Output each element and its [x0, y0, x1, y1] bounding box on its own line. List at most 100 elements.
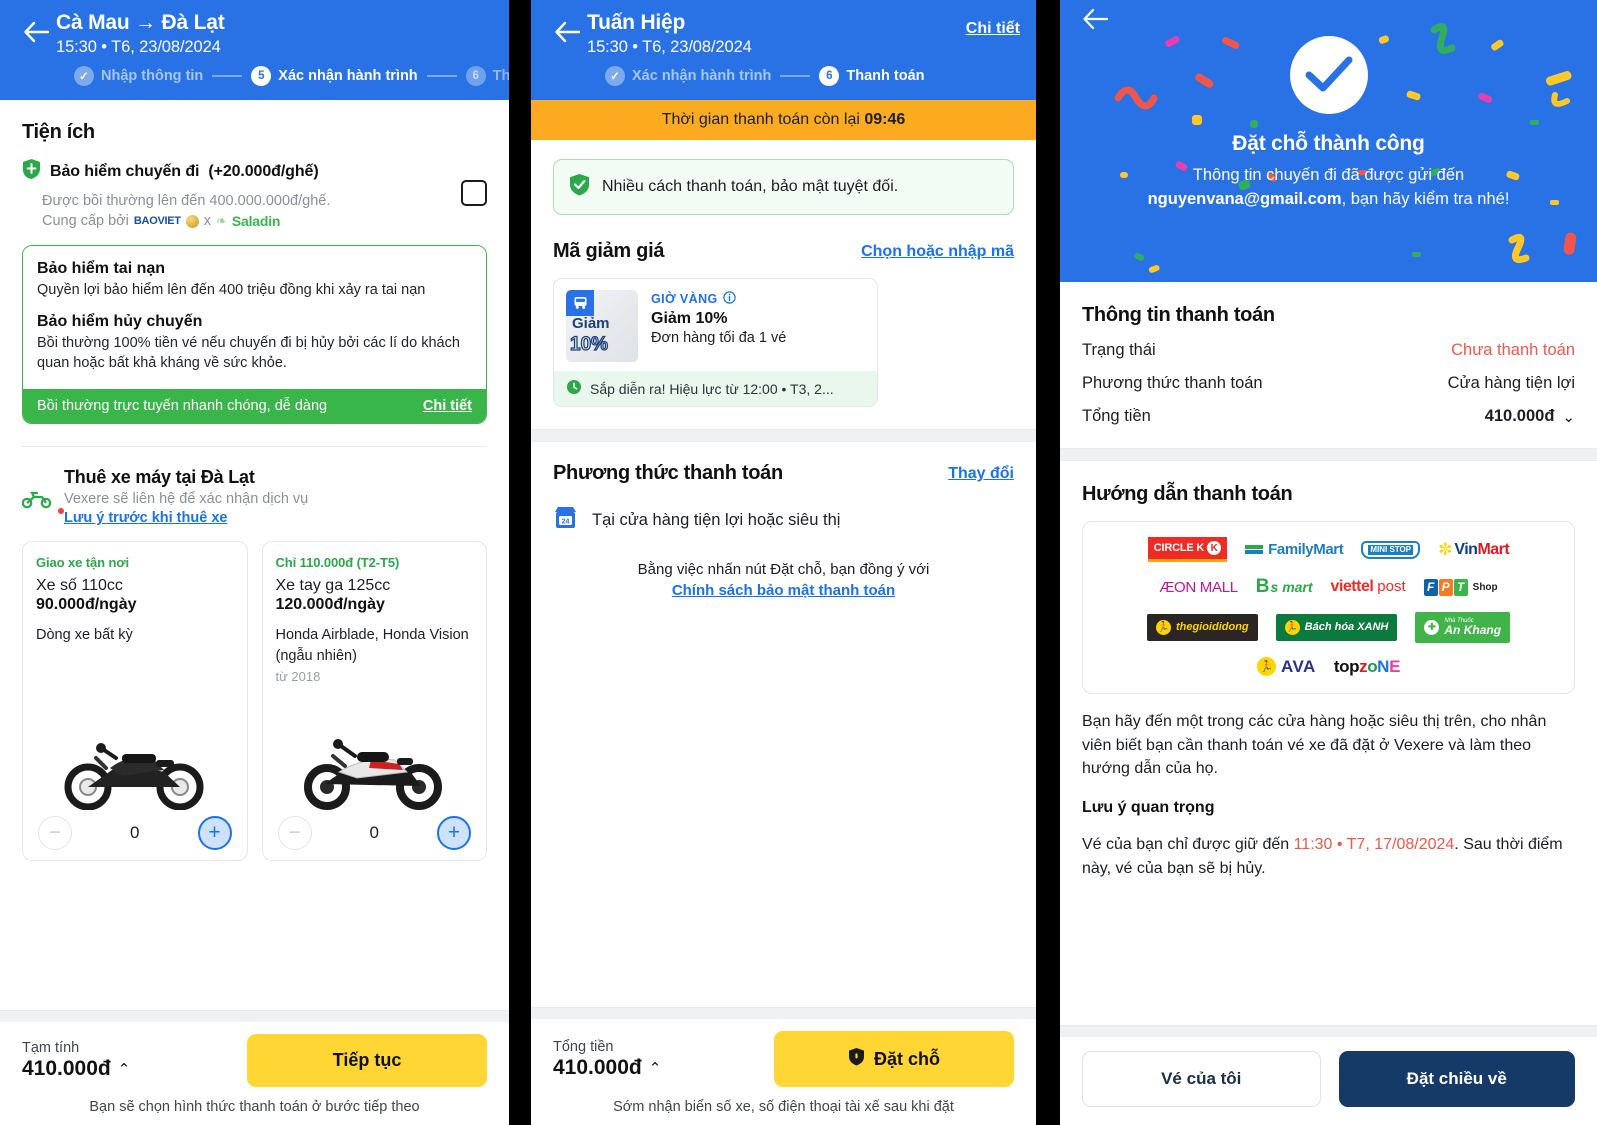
voucher-status-text: Sắp diễn ra! Hiệu lực từ 12:00 • T3, 2..… [590, 380, 834, 397]
bike-card-price: 90.000đ/ngày [36, 596, 137, 613]
panel1-footer: Tạm tính 410.000đ ⌃ Tiếp tục Bạn sẽ chọn… [0, 1022, 509, 1125]
minus-icon[interactable]: − [38, 816, 72, 850]
bike-rental-note-link[interactable]: Lưu ý trước khi thuê xe [58, 508, 227, 526]
bike-rental-header: Thuê xe máy tại Đà Lạt Vexere sẽ liên hệ… [0, 447, 509, 527]
step-xac-nhan-hanh-trinh[interactable]: 5 Xác nhận hành trình [251, 66, 418, 87]
runner-icon: 🏃 [1284, 619, 1300, 635]
info-icon[interactable] [722, 291, 736, 307]
benefit-1-body: Quyền lợi bảo hiểm lên đến 400 triệu đồn… [37, 282, 426, 299]
trip-detail-link[interactable]: Chi tiết [966, 20, 1020, 38]
step-xac-nhan-hanh-trinh[interactable]: ✓ Xác nhận hành trình [605, 66, 772, 87]
panel-booking-success: Đặt chỗ thành công Thông tin chuyến đi đ… [1060, 0, 1597, 1125]
book-return-trip-button[interactable]: Đặt chiều về [1338, 1051, 1575, 1107]
step-label: Nhập thông tin [101, 68, 204, 85]
voucher-thumbnail: Giảm 10% [566, 290, 638, 363]
book-seat-label: Đặt chỗ [873, 1048, 940, 1069]
step-number-badge: 5 [251, 66, 272, 87]
runner-icon: 🏃 [1155, 619, 1171, 635]
viettelpost-logo: viettel post [1330, 578, 1406, 595]
privacy-policy-link[interactable]: Chính sách bảo mật thanh toán [672, 582, 895, 599]
store-logo-grid: CIRCLE KK FamilyMart MINI STOP ✼ VinMart [1082, 521, 1575, 694]
bike-card-name: Xe số 110cc [36, 577, 123, 594]
success-sub-line2: , bạn hãy kiểm tra nhé! [1341, 189, 1510, 208]
voucher-title: Giảm 10% [651, 310, 728, 328]
store-24-icon: 24 [553, 505, 578, 535]
chevron-up-icon: ⌃ [648, 1059, 662, 1077]
total-amount[interactable]: 410.000đ ⌃ [553, 1056, 661, 1080]
info-row-total[interactable]: Tổng tiền 410.000đ ⌄ [1082, 407, 1575, 426]
guide-title: Hướng dẫn thanh toán [1082, 483, 1293, 505]
progress-steps: ✓ Nhập thông tin 5 Xác nhận hành trình 6… [16, 66, 509, 87]
my-tickets-button[interactable]: Vé của tôi [1082, 1051, 1321, 1107]
step-thanh-toan[interactable]: 6 Thanh toán [819, 66, 925, 87]
bike-card[interactable]: Giao xe tận nơi Xe số 110cc 90.000đ/ngày… [22, 541, 248, 861]
chevron-down-icon: ⌄ [1562, 408, 1575, 426]
ministop-logo: MINI STOP [1361, 540, 1421, 559]
insurance-checkbox[interactable] [461, 180, 487, 207]
payment-info-title: Thông tin thanh toán [1082, 304, 1275, 326]
choose-voucher-link[interactable]: Chọn hoặc nhập mã [861, 243, 1014, 261]
plus-icon[interactable]: + [197, 816, 232, 850]
payment-method-row[interactable]: 24 Tại cửa hàng tiện lợi hoặc siêu thị [553, 505, 1014, 535]
voucher-card[interactable]: Giảm 10% GIỜ VÀNG Giảm 10% Đơn hàng tối … [553, 278, 878, 408]
benefit-2-title: Bảo hiểm hủy chuyến [37, 312, 203, 330]
minus-icon[interactable]: − [277, 816, 312, 850]
section-title-tien-ich: Tiện ích [22, 121, 95, 144]
ankhang-text: Nhà Thuốc An Khang [1444, 618, 1502, 638]
security-notice: Nhiều cách thanh toán, bảo mật tuyệt đối… [553, 159, 1014, 216]
payment-method-title: Phương thức thanh toán [553, 462, 783, 485]
bike-card-price: 120.000đ/ngày [275, 596, 385, 613]
familymart-logo: FamilyMart [1245, 541, 1344, 558]
subtotal-amount[interactable]: 410.000đ ⌃ [22, 1057, 130, 1081]
banner-text: Bồi thường trực tuyến nhanh chóng, dễ dà… [37, 398, 328, 414]
bike-card[interactable]: Chỉ 110.000đ (T2-T5) Xe tay ga 125cc 120… [261, 541, 487, 861]
step-connector [212, 75, 243, 78]
chevron-up-icon: ⌃ [117, 1061, 131, 1078]
clock-icon [566, 379, 582, 398]
step-number-badge: 6 [465, 66, 486, 87]
aeonmall-logo: ÆON MALL [1159, 578, 1238, 596]
back-arrow-icon[interactable] [16, 12, 56, 52]
step-nhap-thong-tin[interactable]: ✓ Nhập thông tin [74, 66, 204, 87]
bhx-text: Bách hóa XANH [1304, 621, 1389, 634]
provider-prefix: Cung cấp bởi [42, 213, 129, 230]
logo-row: 🏃 AVA top z o N E [1093, 657, 1564, 677]
agreement-block: Bằng việc nhấn nút Đặt chỗ, bạn đồng ý v… [553, 561, 1014, 600]
plus-icon[interactable]: + [437, 816, 471, 850]
bike-card-desc: Dòng xe bất kỳ [36, 627, 133, 643]
back-arrow-icon[interactable] [547, 12, 587, 52]
panel-payment: Tuấn Hiệp 15:30 • T6, 23/08/2024 Chi tiế… [531, 0, 1036, 1125]
bike-rental-title: Thuê xe máy tại Đà Lạt [64, 467, 255, 487]
fpt-blocks-icon: FPT [1423, 578, 1469, 596]
familymart-text: FamilyMart [1268, 541, 1344, 558]
provider-separator: x [203, 213, 211, 230]
step-label: Thanh toán [846, 68, 925, 85]
bike-card-name: Xe tay ga 125cc [275, 577, 391, 594]
bike-photo [276, 684, 474, 814]
book-seat-button[interactable]: Đặt chỗ [774, 1031, 1014, 1087]
footer-note: Sớm nhận biển số xe, số điện thoại tài x… [613, 1099, 954, 1115]
step-thanh-toan[interactable]: 6 Thanh [465, 66, 509, 87]
voucher-section-header: Mã giảm giá Chọn hoặc nhập mã [553, 240, 1014, 263]
progress-steps: ✓ Xác nhận hành trình 6 Thanh toán [547, 66, 1020, 87]
section-band [531, 429, 1036, 443]
insurance-option-row: Bảo hiểm chuyến đi (+20.000đ/ghế) Được b… [22, 158, 487, 229]
change-payment-method-link[interactable]: Thay đổi [948, 465, 1014, 483]
step-label: Xác nhận hành trình [632, 68, 772, 85]
pill-icon: ✚ [1424, 619, 1440, 635]
continue-button[interactable]: Tiếp tục [247, 1034, 487, 1087]
total-value: 410.000đ [1484, 407, 1555, 425]
info-value: Cửa hàng tiện lợi [1447, 374, 1575, 392]
bus-icon [566, 290, 594, 317]
success-subtitle: Thông tin chuyến đi đã được gửi đến nguy… [1060, 164, 1597, 212]
baoviet-globe-icon [185, 214, 199, 228]
info-key: Phương thức thanh toán [1082, 374, 1263, 392]
insurance-detail-link[interactable]: Chi tiết [423, 398, 472, 414]
back-arrow-icon[interactable] [1082, 8, 1109, 35]
page-title: Cà Mau → Đà Lạt [56, 11, 225, 34]
voucher-thumb-line1: Giảm [572, 315, 610, 333]
benefit-1-title: Bảo hiểm tai nạn [37, 260, 166, 278]
step-number-badge: 6 [819, 66, 840, 87]
shield-check-icon [569, 173, 590, 201]
thegioididong-logo: 🏃 thegioididong [1146, 613, 1258, 641]
